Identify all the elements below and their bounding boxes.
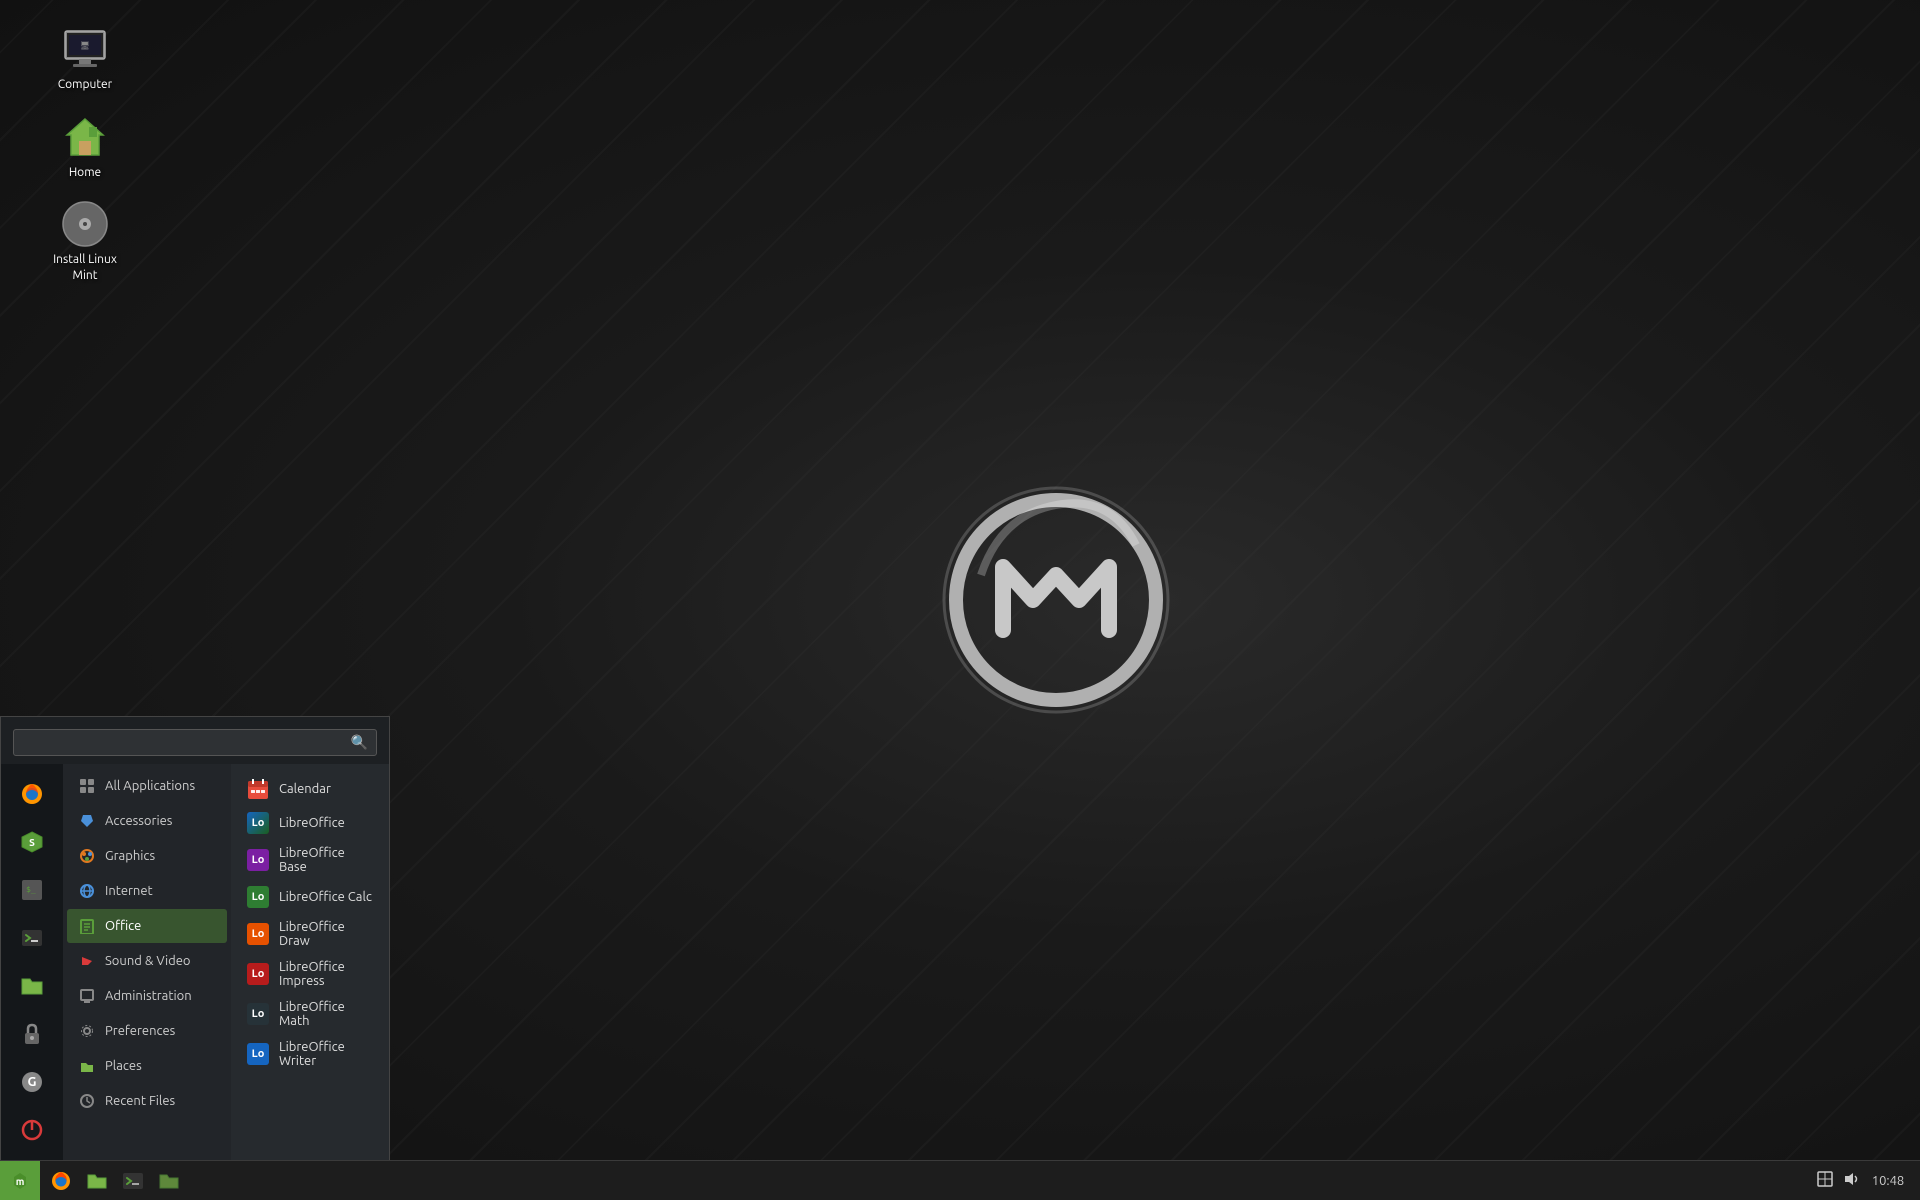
category-accessories-icon [77,811,97,831]
menu-content: S $_ [1,764,389,1160]
category-administration-icon [77,986,97,1006]
taskbar-pin-file-manager[interactable] [80,1164,114,1198]
taskbar-tray: 10:48 [1804,1170,1920,1192]
app-libreoffice-impress[interactable]: Lo LibreOffice Impress [239,954,381,994]
app-libreoffice-base[interactable]: Lo LibreOffice Base [239,840,381,880]
network-tray-icon[interactable] [1816,1170,1834,1192]
category-preferences[interactable]: Preferences [67,1014,227,1048]
libreoffice-base-icon: Lo [247,849,269,871]
category-office-label: Office [105,919,141,933]
home-icon [61,113,109,161]
category-graphics-icon [77,846,97,866]
app-libreoffice-draw[interactable]: Lo LibreOffice Draw [239,914,381,954]
libreoffice-writer-icon: Lo [247,1043,269,1065]
category-internet-icon [77,881,97,901]
sidebar-icon-files[interactable] [10,964,54,1008]
category-all-icon [77,776,97,796]
desktop-icons: 🖥 Computer Home [40,20,130,288]
desktop-icon-home[interactable]: Home [40,108,130,186]
sidebar-icon-google[interactable]: G [10,1060,54,1104]
menu-left-sidebar: S $_ [1,764,63,1160]
libreoffice-math-icon: Lo [247,1003,269,1025]
svg-text:$_: $_ [26,885,36,894]
category-recent-files-label: Recent Files [105,1094,175,1108]
category-all[interactable]: All Applications [67,769,227,803]
category-graphics-label: Graphics [105,849,155,863]
category-sound-video[interactable]: Sound & Video [67,944,227,978]
libreoffice-calc-icon: Lo [247,886,269,908]
category-recent-files[interactable]: Recent Files [67,1084,227,1118]
category-accessories-label: Accessories [105,814,172,828]
category-administration-label: Administration [105,989,192,1003]
desktop-icon-computer[interactable]: 🖥 Computer [40,20,130,98]
category-graphics[interactable]: Graphics [67,839,227,873]
category-sound-video-label: Sound & Video [105,954,191,968]
category-internet[interactable]: Internet [67,874,227,908]
menu-search-box: 🔍 [13,729,377,756]
taskbar-pin-terminal[interactable] [116,1164,150,1198]
taskbar-pin-files[interactable] [152,1164,186,1198]
category-internet-label: Internet [105,884,153,898]
libreoffice-icon: Lo [247,812,269,834]
app-libreoffice-impress-label: LibreOffice Impress [279,960,373,988]
app-calendar[interactable]: Calendar [239,772,381,806]
app-calendar-label: Calendar [279,782,331,796]
category-all-label: All Applications [105,779,195,793]
libreoffice-impress-icon: Lo [247,963,269,985]
libreoffice-draw-icon: Lo [247,923,269,945]
install-mint-label: Install Linux Mint [45,252,125,283]
menu-apps-list: Calendar Lo LibreOffice Lo LibreOffice B… [231,764,389,1160]
svg-text:m: m [16,1176,25,1187]
calendar-icon [247,778,269,800]
svg-text:🖥: 🖥 [80,41,90,50]
app-libreoffice-writer-label: LibreOffice Writer [279,1040,373,1068]
search-icon: 🔍 [351,734,368,751]
category-preferences-label: Preferences [105,1024,175,1038]
category-sound-video-icon [77,951,97,971]
sidebar-icon-settings[interactable]: $_ [10,868,54,912]
category-accessories[interactable]: Accessories [67,804,227,838]
category-office-icon [77,916,97,936]
menu-categories: All Applications Accessories [63,764,231,1160]
menu-search-area: 🔍 [1,717,389,764]
start-button[interactable]: m [0,1161,40,1200]
svg-text:S: S [29,837,35,848]
category-places-icon [77,1056,97,1076]
app-libreoffice-math[interactable]: Lo LibreOffice Math [239,994,381,1034]
mint-logo [941,485,1171,715]
sound-tray-icon[interactable] [1842,1170,1860,1192]
category-office[interactable]: Office [67,909,227,943]
app-libreoffice-writer[interactable]: Lo LibreOffice Writer [239,1034,381,1074]
sidebar-icon-software-manager[interactable]: S [10,820,54,864]
computer-icon: 🖥 [61,25,109,73]
install-mint-icon [61,200,109,248]
clock-display[interactable]: 10:48 [1868,1174,1908,1188]
desktop: 🖥 Computer Home [0,0,1920,1200]
taskbar: m [0,1160,1920,1200]
app-libreoffice-label: LibreOffice [279,816,345,830]
app-libreoffice-draw-label: LibreOffice Draw [279,920,373,948]
computer-label: Computer [58,77,112,93]
svg-text:G: G [28,1075,37,1089]
desktop-icon-install-mint[interactable]: Install Linux Mint [40,195,130,288]
app-libreoffice-calc-label: LibreOffice Calc [279,890,372,904]
home-label: Home [69,165,101,181]
category-preferences-icon [77,1021,97,1041]
sidebar-icon-power[interactable] [10,1108,54,1152]
sidebar-icon-firefox[interactable] [10,772,54,816]
category-recent-files-icon [77,1091,97,1111]
category-places[interactable]: Places [67,1049,227,1083]
category-administration[interactable]: Administration [67,979,227,1013]
start-menu: 🔍 S [0,716,390,1160]
taskbar-items [40,1164,1804,1198]
search-input[interactable] [22,735,351,750]
app-libreoffice[interactable]: Lo LibreOffice [239,806,381,840]
app-libreoffice-calc[interactable]: Lo LibreOffice Calc [239,880,381,914]
taskbar-pin-firefox[interactable] [44,1164,78,1198]
sidebar-icon-terminal[interactable] [10,916,54,960]
category-places-label: Places [105,1059,142,1073]
app-libreoffice-math-label: LibreOffice Math [279,1000,373,1028]
app-libreoffice-base-label: LibreOffice Base [279,846,373,874]
sidebar-icon-lock[interactable] [10,1012,54,1056]
